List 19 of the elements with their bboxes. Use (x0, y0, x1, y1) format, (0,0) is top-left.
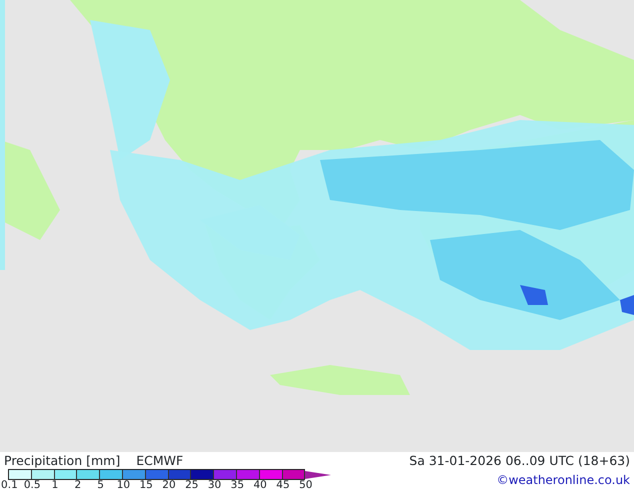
legend-label: 35 (230, 480, 246, 490)
legend-label: 50 (298, 480, 314, 490)
legend-label: 25 (184, 480, 200, 490)
legend-label: 30 (206, 480, 222, 490)
model-name: ECMWF (136, 454, 184, 468)
legend-label: 40 (252, 480, 268, 490)
legend-label: 5 (96, 480, 105, 490)
legend-label: 1 (50, 480, 60, 490)
legend-label: 20 (161, 480, 177, 490)
legend-label: 0.5 (22, 480, 42, 490)
overflow-arrow-icon (305, 470, 332, 479)
legend-label: 0.1 (0, 480, 19, 490)
legend-label: 2 (73, 480, 82, 490)
credit-text: ©weatheronline.co.uk (496, 472, 630, 490)
map-title: Precipitation [mm] (4, 454, 120, 468)
legend-label: 45 (275, 480, 291, 490)
valid-time: Sa 31-01-2026 06..09 UTC (18+63) (409, 454, 630, 468)
legend-label: 10 (116, 480, 132, 490)
legend-label: 15 (138, 480, 154, 490)
